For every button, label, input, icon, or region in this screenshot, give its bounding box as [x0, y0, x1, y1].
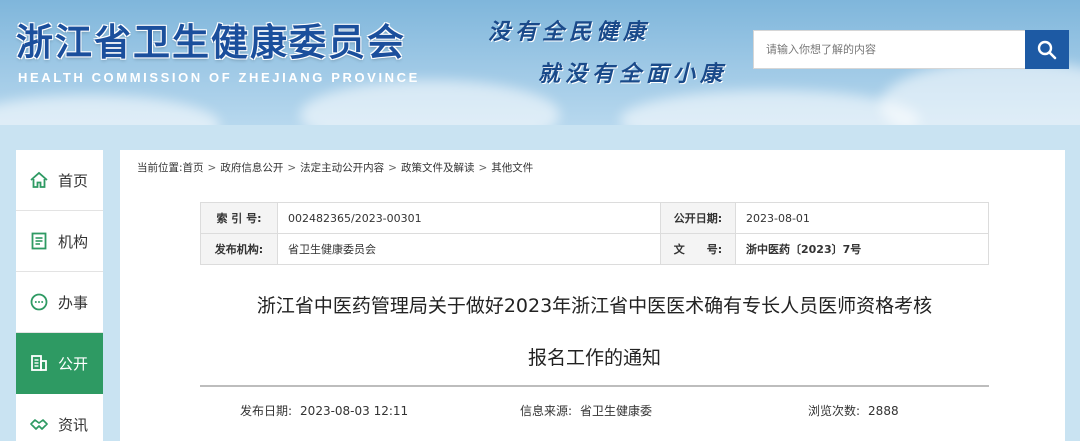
- handshake-icon: [28, 413, 50, 435]
- sidebar-item-label: 公开: [58, 354, 89, 373]
- index-label: 索 引 号:: [200, 202, 278, 234]
- site-logo-subtitle: HEALTH COMMISSION OF ZHEJIANG PROVINCE: [18, 70, 420, 85]
- search-box: [753, 30, 1026, 69]
- main-content: 当前位置:首页 > 政府信息公开 > 法定主动公开内容 > 政策文件及解读 > 其他文件 索 引…: [120, 150, 1065, 441]
- views-value: 2888: [868, 404, 899, 418]
- source-value: 省卫生健康委: [580, 404, 653, 418]
- site-logo-title[interactable]: 浙江省卫生健康委员会: [16, 12, 406, 66]
- document-title: 浙江省中医药管理局关于做好2023年浙江省中医医术确有专长人员医师资格考核 报名…: [200, 280, 989, 384]
- breadcrumb-separator: >: [478, 162, 488, 174]
- slogan-line-1: 没有全民健康: [488, 19, 651, 45]
- publish-date-value: 2023-08-03 12:11: [300, 404, 409, 418]
- chat-icon: [28, 291, 50, 313]
- search-input[interactable]: [754, 31, 1025, 68]
- breadcrumb-link-policy[interactable]: 政策文件及解读: [401, 162, 475, 174]
- publish-date-info: 发布日期: 2023-08-03 12:11: [240, 402, 408, 419]
- source-info: 信息来源: 省卫生健康委: [520, 402, 652, 419]
- open-date-label: 公开日期:: [660, 202, 736, 234]
- search-button[interactable]: [1025, 30, 1069, 69]
- breadcrumb-separator: >: [207, 162, 217, 174]
- cloud-decoration: [0, 95, 220, 125]
- breadcrumb-link-statutory[interactable]: 法定主动公开内容: [300, 162, 384, 174]
- breadcrumb-prefix: 当前位置:: [137, 162, 183, 174]
- source-label: 信息来源:: [520, 404, 573, 418]
- sidebar-item-services[interactable]: 办事: [16, 272, 103, 333]
- document-title-line-2: 报名工作的通知: [527, 347, 661, 369]
- sidebar-nav: 首页 机构 办事 公开 资讯: [16, 150, 103, 441]
- cloud-decoration: [620, 90, 920, 125]
- doc-number-value: 浙中医药〔2023〕7号: [735, 233, 989, 265]
- breadcrumb-link-gov-info[interactable]: 政府信息公开: [220, 162, 283, 174]
- home-icon: [28, 169, 50, 191]
- site-header: 浙江省卫生健康委员会 HEALTH COMMISSION OF ZHEJIANG…: [0, 0, 1080, 125]
- open-date-value: 2023-08-01: [735, 202, 989, 234]
- sidebar-item-home[interactable]: 首页: [16, 150, 103, 211]
- views-label: 浏览次数:: [808, 404, 861, 418]
- table-row: 索 引 号: 002482365/2023-00301 公开日期: 2023-0…: [200, 202, 989, 234]
- publish-date-label: 发布日期:: [240, 404, 293, 418]
- sidebar-item-label: 机构: [58, 232, 89, 251]
- table-row: 发布机构: 省卫生健康委员会 文 号: 浙中医药〔2023〕7号: [200, 233, 989, 265]
- search-icon: [1037, 40, 1057, 59]
- sidebar-item-public[interactable]: 公开: [16, 333, 103, 394]
- slogan-line-2: 就没有全面小康: [538, 61, 728, 87]
- document-meta-table: 索 引 号: 002482365/2023-00301 公开日期: 2023-0…: [200, 202, 989, 265]
- sidebar-item-label: 资讯: [58, 415, 89, 434]
- breadcrumb-separator: >: [388, 162, 397, 174]
- doc-number-label: 文 号:: [660, 233, 736, 265]
- breadcrumb-separator: >: [287, 162, 297, 174]
- sidebar-item-label: 办事: [58, 293, 89, 312]
- breadcrumb-link-home[interactable]: 首页: [183, 162, 204, 174]
- breadcrumb-link-other[interactable]: 其他文件: [491, 162, 533, 174]
- publisher-value: 省卫生健康委员会: [277, 233, 661, 265]
- publisher-label: 发布机构:: [200, 233, 278, 265]
- sidebar-item-institution[interactable]: 机构: [16, 211, 103, 272]
- sidebar-item-label: 首页: [58, 171, 89, 190]
- cloud-decoration: [300, 80, 560, 125]
- document-icon: [28, 230, 50, 252]
- views-info: 浏览次数: 2888: [808, 402, 899, 419]
- document-title-line-1: 浙江省中医药管理局关于做好2023年浙江省中医医术确有专长人员医师资格考核: [256, 295, 933, 317]
- title-divider: [200, 385, 989, 387]
- cloud-decoration: [880, 60, 1080, 125]
- sidebar-item-news[interactable]: 资讯: [16, 394, 103, 441]
- breadcrumb: 当前位置:首页 > 政府信息公开 > 法定主动公开内容 > 政策文件及解读 > 其他文件: [137, 160, 533, 175]
- building-icon: [28, 352, 50, 374]
- index-value: 002482365/2023-00301: [277, 202, 661, 234]
